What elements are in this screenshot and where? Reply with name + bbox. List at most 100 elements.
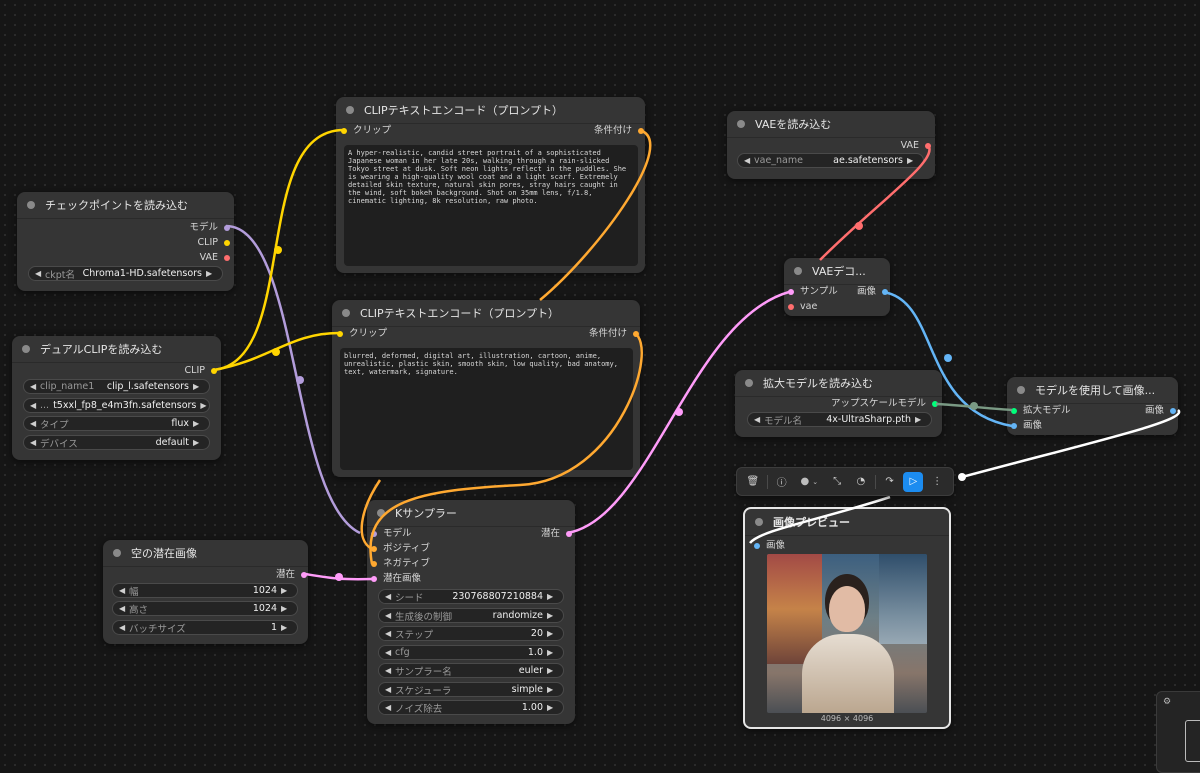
- port-conditioning[interactable]: [638, 128, 644, 134]
- trash-icon[interactable]: 🗑: [743, 472, 763, 492]
- cfg-stepper[interactable]: ◀ cfg 1.0 ▶: [378, 645, 564, 660]
- chevron-left-icon[interactable]: ◀: [385, 648, 395, 657]
- port-clip[interactable]: [341, 128, 347, 134]
- steps-stepper[interactable]: ◀ ステップ 20 ▶: [378, 626, 564, 641]
- port-conditioning[interactable]: [633, 331, 639, 337]
- chevron-right-icon[interactable]: ▶: [915, 415, 925, 424]
- node-title-bar[interactable]: モデルを使用して画像...: [1007, 377, 1178, 404]
- run-icon[interactable]: ▷: [903, 471, 924, 492]
- node-vae-decode[interactable]: VAEデコ... サンプル vae 画像: [784, 258, 890, 316]
- collapse-icon[interactable]: ⤡: [827, 472, 847, 492]
- preview-image[interactable]: [767, 554, 927, 713]
- model-name-combo[interactable]: ◀ モデル名 4x-UltraSharp.pth ▶: [747, 412, 932, 427]
- port-clip[interactable]: [224, 240, 230, 246]
- chevron-right-icon[interactable]: ▶: [547, 666, 557, 675]
- node-title-bar[interactable]: VAEを読み込む: [727, 111, 935, 138]
- node-checkpoint-loader[interactable]: チェックポイントを読み込む モデル CLIP VAE ◀ ckpt名 Chroma1…: [17, 192, 234, 291]
- output-vae[interactable]: VAE: [200, 251, 230, 265]
- node-dual-clip-loader[interactable]: デュアルCLIPを読み込む CLIP ◀ clip_name1 clip_l.saf…: [12, 336, 221, 460]
- ckpt-name-combo[interactable]: ◀ ckpt名 Chroma1-HD.safetensors ▶: [28, 266, 223, 281]
- output-vae[interactable]: VAE: [901, 139, 931, 153]
- prompt-textarea[interactable]: A hyper-realistic, candid street portrai…: [344, 145, 638, 266]
- chevron-left-icon[interactable]: ◀: [30, 419, 40, 428]
- port-image[interactable]: [1170, 408, 1176, 414]
- output-clip[interactable]: CLIP: [185, 364, 217, 378]
- chevron-right-icon[interactable]: ▶: [281, 623, 291, 632]
- height-stepper[interactable]: ◀ 高さ 1024 ▶: [112, 601, 298, 616]
- node-title-bar[interactable]: チェックポイントを読み込む: [17, 192, 234, 219]
- chevron-left-icon[interactable]: ◀: [119, 604, 129, 613]
- output-latent[interactable]: 潜在: [276, 568, 307, 582]
- node-vae-loader[interactable]: VAEを読み込む VAE ◀ vae_name ae.safetensors ▶: [727, 111, 935, 179]
- chevron-left-icon[interactable]: ◀: [119, 586, 129, 595]
- control-after-generate-combo[interactable]: ◀ 生成後の制御 randomize ▶: [378, 608, 564, 623]
- port-latent[interactable]: [301, 572, 307, 578]
- input-clip[interactable]: クリップ: [337, 327, 387, 341]
- output-image[interactable]: 画像: [1145, 404, 1176, 418]
- chevron-right-icon[interactable]: ▶: [547, 592, 557, 601]
- port-negative[interactable]: [371, 561, 377, 567]
- port-image[interactable]: [882, 289, 888, 295]
- port-vae[interactable]: [925, 143, 931, 149]
- output-conditioning[interactable]: 条件付け: [594, 124, 644, 138]
- chevron-left-icon[interactable]: ◀: [385, 685, 395, 694]
- input-latent-image[interactable]: 潜在画像: [371, 572, 421, 586]
- port-positive[interactable]: [371, 546, 377, 552]
- chevron-right-icon[interactable]: ▶: [547, 685, 557, 694]
- output-latent[interactable]: 潜在: [541, 527, 572, 541]
- input-upscale-model[interactable]: 拡大モデル: [1011, 404, 1071, 418]
- scheduler-combo[interactable]: ◀ スケジューラ simple ▶: [378, 682, 564, 697]
- port-vae[interactable]: [788, 304, 794, 310]
- width-stepper[interactable]: ◀ 幅 1024 ▶: [112, 583, 298, 598]
- input-clip[interactable]: クリップ: [341, 124, 391, 138]
- vae-name-combo[interactable]: ◀ vae_name ae.safetensors ▶: [737, 153, 924, 168]
- chevron-right-icon[interactable]: ▶: [907, 156, 917, 165]
- device-combo[interactable]: ◀ デバイス default ▶: [23, 435, 210, 450]
- chevron-left-icon[interactable]: ◀: [385, 592, 395, 601]
- node-preview-image[interactable]: 画像プレビュー 画像 4096 × 4096: [743, 507, 951, 729]
- chevron-left-icon[interactable]: ◀: [30, 438, 40, 447]
- node-clip-text-encode-positive[interactable]: CLIPテキストエンコード（プロンプト） クリップ 条件付け A hyper-r…: [336, 97, 645, 273]
- redo-icon[interactable]: ↷: [880, 472, 900, 492]
- type-combo[interactable]: ◀ タイプ flux ▶: [23, 416, 210, 431]
- chevron-left-icon[interactable]: ◀: [30, 382, 40, 391]
- node-ksampler[interactable]: Kサンプラー モデル ポジティブ ネガティブ 潜在画像 潜在 ◀ シード 23076…: [367, 500, 575, 724]
- node-image-upscale-with-model[interactable]: モデルを使用して画像... 拡大モデル 画像 画像: [1007, 377, 1178, 435]
- port-clip[interactable]: [211, 368, 217, 374]
- chevron-right-icon[interactable]: ▶: [281, 586, 291, 595]
- output-upscale-model[interactable]: アップスケールモデル: [831, 397, 938, 411]
- prompt-textarea[interactable]: blurred, deformed, digital art, illustra…: [340, 348, 633, 470]
- chevron-left-icon[interactable]: ◀: [119, 623, 129, 632]
- node-title-bar[interactable]: VAEデコ...: [784, 258, 890, 285]
- chevron-left-icon[interactable]: ◀: [30, 401, 40, 410]
- chevron-left-icon[interactable]: ◀: [385, 629, 395, 638]
- clip-name1-combo[interactable]: ◀ clip_name1 clip_l.safetensors ▶: [23, 379, 210, 394]
- minimap-panel[interactable]: ⚙: [1156, 691, 1200, 773]
- node-clip-text-encode-negative[interactable]: CLIPテキストエンコード（プロンプト） クリップ 条件付け blurred, …: [332, 300, 640, 477]
- port-model[interactable]: [371, 531, 377, 537]
- node-upscale-model-loader[interactable]: 拡大モデルを読み込む アップスケールモデル ◀ モデル名 4x-UltraSharp…: [735, 370, 942, 437]
- chevron-left-icon[interactable]: ◀: [385, 611, 395, 620]
- input-image[interactable]: 画像: [754, 539, 785, 553]
- node-title-bar[interactable]: Kサンプラー: [367, 500, 575, 527]
- chevron-right-icon[interactable]: ▶: [193, 419, 203, 428]
- color-icon[interactable]: ● ⌄: [796, 472, 824, 492]
- bypass-icon[interactable]: ◔: [851, 472, 871, 492]
- input-model[interactable]: モデル: [371, 527, 412, 541]
- node-title-bar[interactable]: 拡大モデルを読み込む: [735, 370, 942, 397]
- settings-icon[interactable]: ⚙: [1163, 697, 1171, 707]
- denoise-stepper[interactable]: ◀ ノイズ除去 1.00 ▶: [378, 700, 564, 715]
- port-model[interactable]: [224, 225, 230, 231]
- port-latent[interactable]: [371, 576, 377, 582]
- node-title-bar[interactable]: CLIPテキストエンコード（プロンプト）: [332, 300, 640, 327]
- node-title-bar[interactable]: 空の潜在画像: [103, 540, 308, 567]
- chevron-left-icon[interactable]: ◀: [744, 156, 754, 165]
- port-image[interactable]: [1011, 423, 1017, 429]
- input-samples[interactable]: サンプル: [788, 285, 838, 299]
- chevron-right-icon[interactable]: ▶: [200, 401, 210, 410]
- port-samples[interactable]: [788, 289, 794, 295]
- seed-stepper[interactable]: ◀ シード 230768807210884 ▶: [378, 589, 564, 604]
- port-vae[interactable]: [224, 255, 230, 261]
- info-icon[interactable]: ⓘ: [772, 472, 792, 492]
- chevron-right-icon[interactable]: ▶: [547, 629, 557, 638]
